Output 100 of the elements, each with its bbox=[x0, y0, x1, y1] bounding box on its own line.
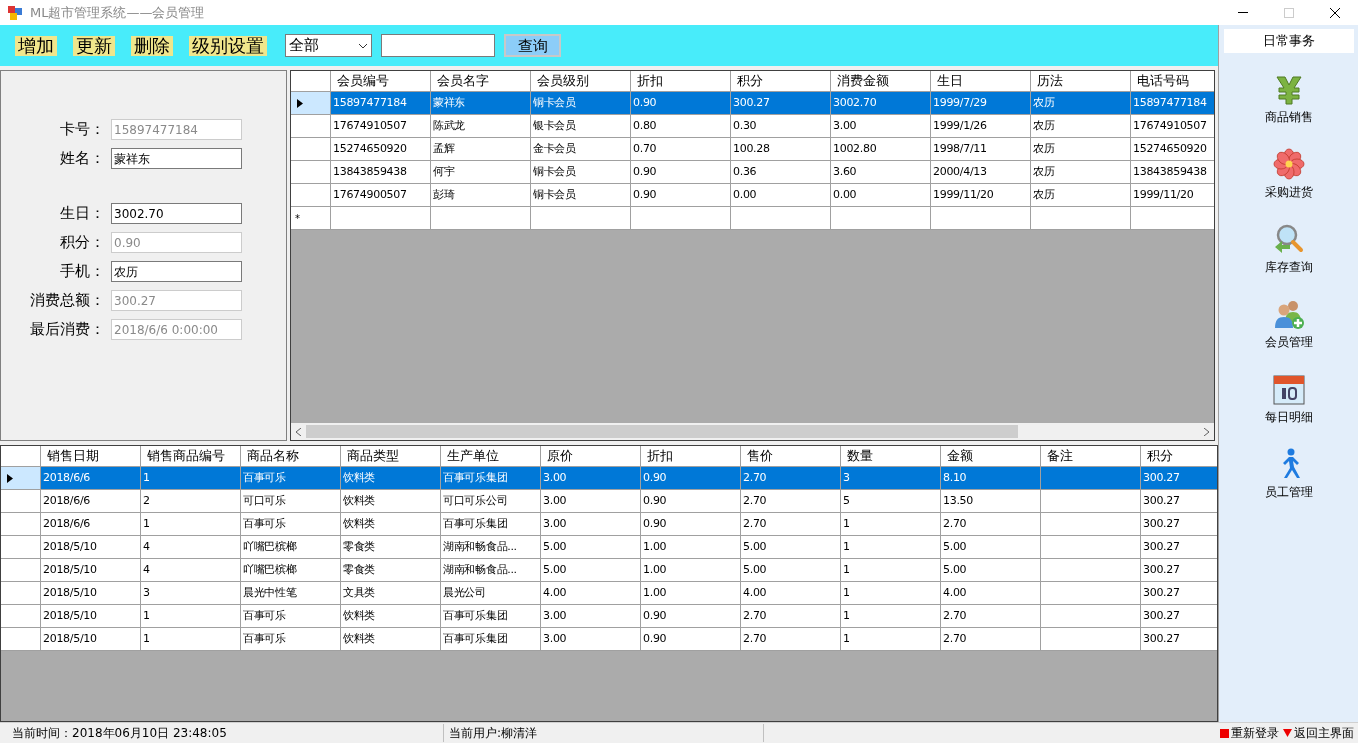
table-cell-text: 铜卡会员 bbox=[533, 94, 576, 111]
query-button[interactable]: 查询 bbox=[504, 34, 561, 57]
column-header[interactable]: 消费金额 bbox=[831, 71, 931, 91]
table-cell-text: 0.30 bbox=[733, 117, 757, 134]
column-header[interactable]: 商品名称 bbox=[241, 446, 341, 466]
table-cell-text: 0.90 bbox=[633, 94, 657, 111]
table-row[interactable]: 2018/6/6 1 百事可乐 饮料类 百事可乐集团 3.00 0.90 2.70 3 8.10 300.27 bbox=[1, 467, 1217, 490]
column-header[interactable]: 积分 bbox=[731, 71, 831, 91]
field-label: 消费总额： bbox=[29, 290, 106, 312]
form-field[interactable]: 3002.70 bbox=[111, 203, 242, 224]
sidebar-item[interactable]: 商品销售 bbox=[1264, 75, 1313, 126]
column-header[interactable]: 会员编号 bbox=[331, 71, 431, 91]
table-row[interactable]: 15274650920 孟辉 金卡会员 0.70 100.28 1002.80 1998/7/11 农历 15274650920 bbox=[291, 138, 1214, 161]
status-link[interactable]: 返回主界面 bbox=[1283, 724, 1354, 742]
form-field[interactable]: 蒙祥东 bbox=[111, 148, 242, 169]
column-header[interactable]: 备注 bbox=[1041, 446, 1141, 466]
table-cell-text: 1 bbox=[843, 561, 850, 578]
table-cell-text: 2018/5/10 bbox=[43, 538, 97, 555]
field-label: 最后消费： bbox=[29, 319, 106, 341]
square-icon bbox=[1220, 728, 1229, 738]
form-field[interactable]: 农历 bbox=[111, 261, 242, 282]
table-cell-text: 饮料类 bbox=[343, 515, 376, 532]
column-header[interactable]: 折扣 bbox=[631, 71, 731, 91]
table-row[interactable]: 2018/5/10 1 百事可乐 饮料类 百事可乐集团 3.00 0.90 2.70 1 2.70 300.27 bbox=[1, 628, 1217, 651]
table-cell-text: 农历 bbox=[1033, 94, 1055, 111]
table-cell-text: 0.90 bbox=[643, 492, 667, 509]
column-header[interactable]: 销售日期 bbox=[41, 446, 141, 466]
table-row[interactable]: 15897477184 蒙祥东 铜卡会员 0.90 300.27 3002.70 1999/7/29 农历 15897477184 bbox=[291, 92, 1214, 115]
table-cell-text: 13843859438 bbox=[333, 163, 407, 180]
column-header[interactable]: 售价 bbox=[741, 446, 841, 466]
column-header[interactable]: 历法 bbox=[1031, 71, 1131, 91]
column-header[interactable]: 生产单位 bbox=[441, 446, 541, 466]
field-label: 姓名： bbox=[59, 148, 106, 170]
table-cell-text: 3.00 bbox=[543, 492, 567, 509]
table-row[interactable]: 2018/6/6 1 百事可乐 饮料类 百事可乐集团 3.00 0.90 2.70 1 2.70 300.27 bbox=[1, 513, 1217, 536]
table-row[interactable]: 2018/5/10 4 吖嘴巴槟榔 零食类 湖南和畅食品... 5.00 1.00 5.00 1 5.00 300.27 bbox=[1, 536, 1217, 559]
table-cell-text: 3 bbox=[843, 469, 850, 486]
filter-dropdown[interactable]: 全部 bbox=[285, 34, 372, 57]
column-header[interactable]: 原价 bbox=[541, 446, 641, 466]
table-cell-text: 15274650920 bbox=[333, 140, 407, 157]
table-cell-text: 饮料类 bbox=[343, 492, 376, 509]
scrollbar-thumb[interactable] bbox=[306, 425, 1018, 438]
sidebar-item[interactable]: 库存查询 bbox=[1264, 223, 1313, 276]
table-cell-text: 1 bbox=[143, 469, 150, 486]
table-cell-text: 2018/5/10 bbox=[43, 584, 97, 601]
table-cell-text: 3.60 bbox=[833, 163, 857, 180]
table-cell-text: 2.70 bbox=[743, 492, 767, 509]
toolbar-button[interactable]: 级别设置 bbox=[189, 35, 267, 56]
table-row[interactable]: 17674910507 陈武龙 银卡会员 0.80 0.30 3.00 1999/1/26 农历 17674910507 bbox=[291, 115, 1214, 138]
table-cell-text: 百事可乐集团 bbox=[443, 469, 508, 486]
table-cell-text: 0.90 bbox=[643, 630, 667, 647]
table-cell-text: 5.00 bbox=[743, 538, 767, 555]
column-header[interactable]: 会员级别 bbox=[531, 71, 631, 91]
sidebar-item[interactable]: 员工管理 bbox=[1264, 448, 1313, 501]
table-row[interactable]: 2018/5/10 3 晨光中性笔 文具类 晨光公司 4.00 1.00 4.00 1 4.00 300.27 bbox=[1, 582, 1217, 605]
sidebar-item[interactable]: 采购进货 bbox=[1264, 148, 1313, 201]
table-cell-text: 100.28 bbox=[733, 140, 770, 157]
scroll-left-icon bbox=[296, 427, 301, 436]
window-title: ML超市管理系统——会员管理 bbox=[30, 3, 205, 22]
table-cell-text: 1999/1/26 bbox=[933, 117, 987, 134]
table-row[interactable]: 13843859438 何宇 铜卡会员 0.90 0.36 3.60 2000/4/13 农历 13843859438 bbox=[291, 161, 1214, 184]
status-link[interactable]: 重新登录 bbox=[1220, 724, 1279, 742]
table-row[interactable]: 2018/5/10 4 吖嘴巴槟榔 零食类 湖南和畅食品... 5.00 1.00 5.00 1 5.00 300.27 bbox=[1, 559, 1217, 582]
toolbar-button[interactable]: 删除 bbox=[131, 35, 173, 56]
column-header[interactable]: 折扣 bbox=[641, 446, 741, 466]
current-time: 当前时间：2018年06月10日 23:48:05 bbox=[12, 724, 444, 742]
table-cell-text: 3002.70 bbox=[833, 94, 877, 111]
column-header[interactable]: 会员名字 bbox=[431, 71, 531, 91]
table-cell-text: 300.27 bbox=[1143, 538, 1180, 555]
table-row[interactable]: 2018/6/6 2 可口可乐 饮料类 可口可乐公司 3.00 0.90 2.70 5 13.50 300.27 bbox=[1, 490, 1217, 513]
toolbar-button[interactable]: 增加 bbox=[15, 35, 57, 56]
search-field[interactable] bbox=[381, 34, 495, 57]
table-cell-text: 17674900507 bbox=[333, 186, 407, 203]
table-cell-text: 300.27 bbox=[1143, 492, 1180, 509]
table-row[interactable]: 17674900507 彭琦 铜卡会员 0.90 0.00 0.00 1999/11/20 农历 1999/11/20 bbox=[291, 184, 1214, 207]
table-cell-text: 15274650920 bbox=[1133, 140, 1207, 157]
triangle-icon bbox=[1283, 729, 1292, 737]
table-cell-text: 2018/6/6 bbox=[43, 492, 90, 509]
table-row[interactable]: 2018/5/10 1 百事可乐 饮料类 百事可乐集团 3.00 0.90 2.70 1 2.70 300.27 bbox=[1, 605, 1217, 628]
table-cell-text: 2.70 bbox=[943, 630, 967, 647]
table-cell-text: 吖嘴巴槟榔 bbox=[243, 561, 297, 578]
column-header[interactable]: 金额 bbox=[941, 446, 1041, 466]
column-header[interactable]: 销售商品编号 bbox=[141, 446, 241, 466]
table-cell-text: 3.00 bbox=[543, 630, 567, 647]
column-header[interactable]: 数量 bbox=[841, 446, 941, 466]
table-cell-text: 1 bbox=[143, 630, 150, 647]
sidebar-item[interactable]: 会员管理 bbox=[1264, 298, 1313, 351]
table-cell-text: 300.27 bbox=[1143, 469, 1180, 486]
toolbar-button[interactable]: 更新 bbox=[73, 35, 115, 56]
column-header[interactable]: 商品类型 bbox=[341, 446, 441, 466]
sidebar-item[interactable]: 每日明细 bbox=[1264, 373, 1313, 426]
field-label: 生日： bbox=[59, 203, 106, 225]
column-header[interactable]: 生日 bbox=[931, 71, 1031, 91]
table-cell-text: 百事可乐集团 bbox=[443, 630, 508, 647]
table-cell-text: 农历 bbox=[1033, 186, 1055, 203]
horizontal-scrollbar[interactable] bbox=[291, 423, 1214, 440]
row-pointer-icon bbox=[7, 473, 13, 483]
table-cell-text: 300.27 bbox=[1143, 584, 1180, 601]
table-cell-text: 4 bbox=[143, 561, 150, 578]
new-row-marker: * bbox=[295, 211, 300, 226]
